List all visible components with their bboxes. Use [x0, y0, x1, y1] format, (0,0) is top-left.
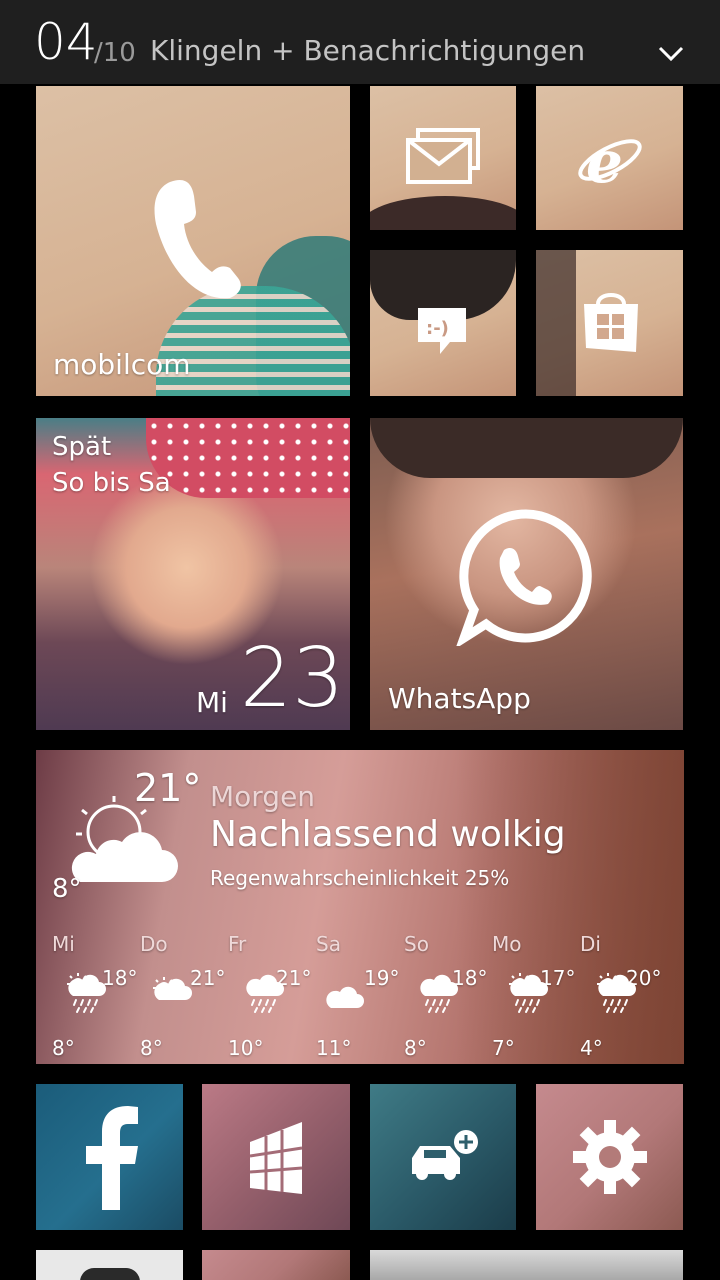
sun-rain-icon — [596, 972, 636, 1013]
app-tile-partial[interactable] — [370, 1250, 683, 1280]
forecast-day: So 18° 8° — [404, 932, 494, 1062]
forecast-day-name: Sa — [316, 932, 341, 956]
whatsapp-tile-label: WhatsApp — [388, 682, 531, 715]
internet-explorer-tile[interactable]: e — [536, 86, 683, 230]
tile-photo-detail — [370, 196, 516, 230]
tile-photo-detail — [146, 418, 350, 498]
phone-tile-label: mobilcom — [53, 348, 191, 381]
top-bar: 04 /10 Klingeln + Benachrichtigungen — [0, 0, 720, 84]
current-low-temp: 8° — [52, 874, 82, 904]
cloud-icon — [326, 986, 364, 1008]
settings-tile[interactable] — [536, 1084, 683, 1230]
forecast-day-name: Do — [140, 932, 168, 956]
sun-cloud-icon — [152, 976, 192, 1000]
forecast-condition: Nachlassend wolkig — [210, 814, 566, 855]
store-bag-icon — [584, 293, 638, 352]
office-building-icon — [249, 1122, 303, 1194]
office-tile[interactable] — [202, 1084, 350, 1230]
forecast-day-name: So — [404, 932, 429, 956]
tile-photo-detail — [80, 1268, 140, 1280]
weather-tile[interactable]: 21° 8° Morgen Nachlassend wolkig Regenwa… — [36, 750, 684, 1064]
calendar-weekday: Mi — [196, 686, 228, 719]
page-counter-total: /10 — [94, 38, 136, 68]
whatsapp-icon — [456, 509, 592, 646]
sun-rain-icon — [66, 972, 106, 1013]
forecast-day: Mi 18° 8° — [52, 932, 142, 1062]
forecast-day-name: Di — [580, 932, 601, 956]
forecast-heading: Morgen — [210, 780, 316, 813]
store-tile[interactable] — [536, 250, 683, 396]
forecast-day-low: 8° — [52, 1036, 75, 1060]
forecast-day-low: 4° — [580, 1036, 603, 1060]
forecast-day: Mo 17° 7° — [492, 932, 582, 1062]
calendar-day: 23 — [240, 631, 345, 726]
forecast-day: Fr 21° 10° — [228, 932, 318, 1062]
tile-photo-detail — [536, 250, 576, 396]
forecast-day-low: 7° — [492, 1036, 515, 1060]
phone-handset-icon — [154, 179, 241, 299]
tile-photo-detail — [370, 418, 683, 478]
forecast-day-low: 8° — [140, 1036, 163, 1060]
page-counter-current: 04 — [34, 13, 98, 71]
forecast-day-name: Fr — [228, 932, 247, 956]
sun-rain-icon — [508, 972, 548, 1013]
forecast-day: Do 21° 8° — [140, 932, 230, 1062]
mail-tile[interactable] — [370, 86, 516, 230]
svg-text::-): :-) — [426, 318, 449, 339]
gear-icon — [573, 1120, 647, 1194]
forecast-day-low: 10° — [228, 1036, 264, 1060]
facebook-icon — [86, 1106, 138, 1210]
settings-page-title: Klingeln + Benachrichtigungen — [150, 34, 586, 67]
rain-probability: Regenwahrscheinlichkeit 25% — [210, 866, 510, 890]
forecast-day-low: 8° — [404, 1036, 427, 1060]
forecast-day: Sa 19° 11° — [316, 932, 406, 1062]
app-tile-partial[interactable] — [36, 1250, 183, 1280]
forecast-day-name: Mo — [492, 932, 522, 956]
app-tile-partial[interactable] — [202, 1250, 350, 1280]
calendar-event-detail: So bis Sa — [52, 468, 171, 498]
mail-icon — [406, 128, 480, 184]
rain-icon — [420, 974, 458, 1013]
chevron-down-icon[interactable] — [656, 40, 686, 68]
forecast-day: Di 20° 4° — [580, 932, 680, 1062]
internet-explorer-icon: e — [578, 128, 642, 190]
messaging-tile[interactable]: :-) — [370, 250, 516, 396]
calendar-event-title: Spät — [52, 432, 112, 462]
forecast-day-name: Mi — [52, 932, 75, 956]
calendar-tile[interactable]: Spät So bis Sa Mi 23 — [36, 418, 350, 730]
phone-tile[interactable]: mobilcom — [36, 86, 350, 396]
forecast-day-low: 11° — [316, 1036, 352, 1060]
current-high-temp: 21° — [134, 766, 202, 810]
whatsapp-tile[interactable]: WhatsApp — [370, 418, 683, 730]
rain-icon — [246, 974, 284, 1013]
car-app-tile[interactable] — [370, 1084, 516, 1230]
messaging-icon: :-) — [418, 308, 466, 354]
car-add-icon — [412, 1130, 478, 1180]
forecast-day-high: 19° — [364, 966, 400, 990]
facebook-tile[interactable] — [36, 1084, 183, 1230]
